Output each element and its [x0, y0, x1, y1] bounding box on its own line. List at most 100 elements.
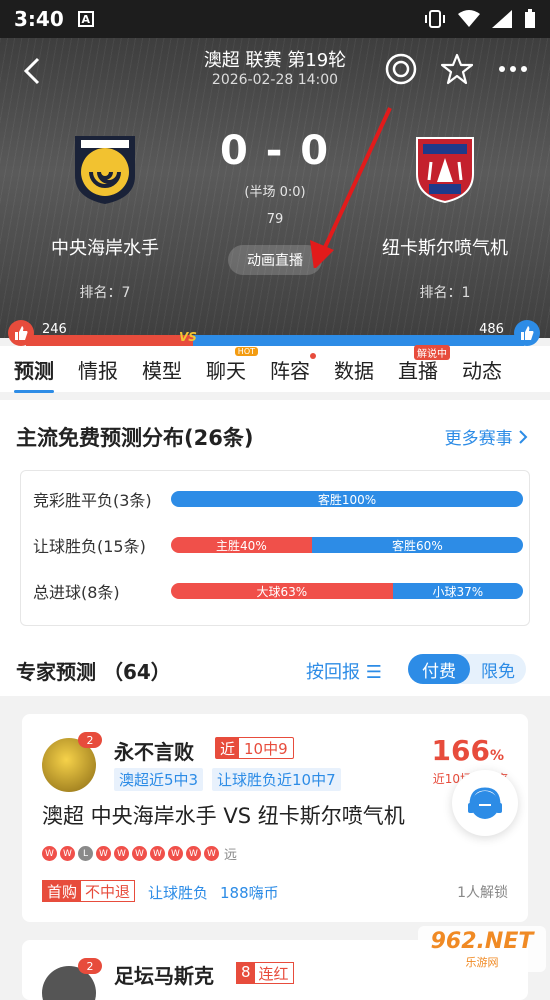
tab-model[interactable]: 模型: [142, 355, 182, 384]
result-dot: W: [168, 846, 183, 861]
home-like-button[interactable]: [8, 320, 34, 346]
sort-by-return-button[interactable]: 按回报 ☰: [306, 658, 382, 684]
first-purchase-badge: 首购 不中退: [42, 880, 136, 902]
distribution-segment: 主胜40%: [171, 537, 312, 553]
expert-predictions-header: 专家预测 （64） 按回报 ☰ 付费 限免: [0, 640, 550, 696]
status-time: 3:40: [14, 7, 64, 31]
star-icon: [441, 53, 473, 85]
away-support-bar: [193, 335, 524, 346]
distribution-row: 让球胜负(15条) 主胜40% 客胜60%: [33, 533, 523, 557]
result-dot: W: [150, 846, 165, 861]
red-dot-badge: [310, 352, 316, 359]
streak-badge: 近 10中9: [215, 737, 294, 759]
distribution-row: 总进球(8条) 大球63% 小球37%: [33, 579, 523, 603]
expert-name: 足坛马斯克: [114, 964, 214, 988]
vibrate-icon: [425, 10, 445, 28]
tab-intel[interactable]: 情报: [78, 355, 118, 384]
vs-badge: VS: [179, 330, 197, 344]
more-label: 更多赛事: [444, 429, 513, 449]
live-target-button[interactable]: [384, 52, 418, 86]
status-icons: [424, 9, 536, 29]
tab-label: 直播: [398, 358, 438, 383]
prediction-distribution-card: 主流免费预测分布(26条) 更多赛事 竞彩胜平负(3条) 客胜100% 让球胜负(1…: [0, 400, 550, 640]
tab-label: 聊天: [206, 358, 246, 383]
distribution-bar: 主胜40% 客胜60%: [171, 537, 523, 553]
signal-icon: [492, 10, 512, 28]
distribution-segment: 小球37%: [392, 583, 523, 599]
site-watermark: 962.NET 乐游网: [418, 926, 546, 972]
streak-badge: 8 连红: [236, 962, 294, 984]
streak-label: 8: [237, 963, 255, 983]
play-type: 让球胜负: [148, 884, 209, 902]
watermark-text: 962.NET: [430, 928, 534, 954]
notification-a-icon: A: [77, 11, 94, 27]
thumbs-up-icon: [15, 326, 28, 340]
header-actions: [384, 52, 530, 86]
tab-news[interactable]: 动态: [462, 355, 502, 384]
tab-label: 模型: [142, 358, 182, 383]
more-button[interactable]: [496, 52, 530, 86]
rate-unit: %: [489, 748, 504, 764]
away-like-count: 486: [479, 322, 504, 337]
tab-chat[interactable]: 聊天 HOT: [206, 346, 258, 384]
paid-free-toggle: 付费 限免: [408, 654, 526, 684]
distribution-bar: 大球63% 小球37%: [171, 583, 523, 599]
free-toggle[interactable]: 限免: [470, 657, 526, 682]
streak-value: 10中9: [244, 739, 288, 758]
section-title: 主流免费预测分布(26条): [16, 426, 254, 450]
first-buy-label: 首购: [43, 881, 82, 901]
paid-toggle[interactable]: 付费: [408, 654, 470, 684]
hot-badge: HOT: [234, 346, 258, 356]
headset-icon: [468, 787, 502, 819]
tab-label: 动态: [462, 358, 502, 383]
streak-label: 近: [216, 738, 240, 758]
level-badge: 2: [78, 732, 102, 748]
tab-label: 情报: [78, 358, 118, 383]
distribution-segment: 大球63%: [171, 583, 393, 599]
away-like-button[interactable]: [514, 320, 540, 346]
home-team-logo: [67, 130, 143, 206]
handicap-record-tag: 让球胜负近10中7: [212, 768, 341, 791]
tab-label: 预测: [14, 358, 54, 383]
distribution-row: 竞彩胜平负(3条) 客胜100%: [33, 487, 523, 511]
tab-prediction[interactable]: 预测: [14, 355, 54, 393]
tab-label: 数据: [334, 358, 374, 383]
distribution-label: 总进球(8条): [33, 583, 120, 602]
expert-name: 永不言败: [114, 740, 194, 764]
level-badge: 2: [78, 958, 102, 974]
rate-value: 166: [431, 734, 490, 767]
away-team[interactable]: 纽卡斯尔喷气机 排名：1: [350, 130, 540, 302]
league-record-tag: 澳超近5中3: [114, 768, 204, 791]
distribution-bar: 客胜100%: [171, 491, 523, 507]
status-bar: 3:40 A: [0, 0, 550, 38]
price: 188嗨币: [220, 884, 279, 902]
home-like-count: 246: [42, 322, 67, 337]
more-matches-link[interactable]: 更多赛事: [445, 424, 528, 449]
far-label: 远: [224, 848, 238, 863]
result-dot: W: [114, 846, 129, 861]
favorite-button[interactable]: [440, 52, 474, 86]
distribution-segment: 客胜60%: [311, 537, 523, 553]
expert-section-title: 专家预测 （64）: [16, 660, 171, 684]
result-dot: W: [96, 846, 111, 861]
home-team[interactable]: 中央海岸水手 排名：7: [10, 130, 200, 302]
home-team-name: 中央海岸水手: [51, 238, 159, 259]
more-dots-icon: [499, 66, 527, 72]
away-team-logo: [407, 130, 483, 206]
customer-service-button[interactable]: [452, 770, 518, 836]
result-dot: W: [132, 846, 147, 861]
thumbs-up-icon: [521, 326, 534, 340]
battery-icon: [525, 9, 535, 28]
away-team-rank: 排名：1: [419, 285, 471, 301]
result-dot: W: [186, 846, 201, 861]
tab-lineup[interactable]: 阵容: [270, 352, 316, 384]
tab-data[interactable]: 数据: [334, 355, 374, 384]
tab-live[interactable]: 直播 解说中: [398, 344, 450, 384]
streak-value: 连红: [258, 965, 289, 983]
distribution-box: 竞彩胜平负(3条) 客胜100% 让球胜负(15条) 主胜40% 客胜60% 总进球(8条…: [20, 470, 530, 626]
expert-card[interactable]: 2 永不言败 近 10中9 澳超近5中3 让球胜负近10中7 166% 近10场…: [22, 714, 528, 922]
result-dot: W: [42, 846, 57, 861]
support-vote-bar: 246 VS 486: [0, 320, 550, 346]
match-title: 澳超 中央海岸水手 VS 纽卡斯尔喷气机: [42, 804, 405, 828]
refund-label: 不中退: [85, 882, 131, 901]
